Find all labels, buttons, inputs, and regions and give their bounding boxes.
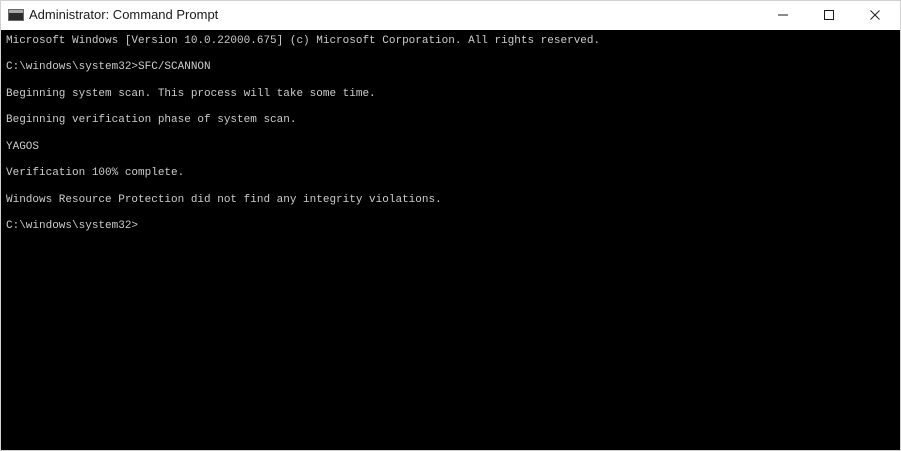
minimize-button[interactable] <box>760 1 806 30</box>
console-line: Beginning verification phase of system s… <box>6 114 297 126</box>
minimize-icon <box>778 14 788 16</box>
console-output[interactable]: Microsoft Windows [Version 10.0.22000.67… <box>1 30 900 450</box>
window-title: Administrator: Command Prompt <box>29 7 219 22</box>
close-button[interactable] <box>852 1 898 30</box>
console-line: Verification 100% complete. <box>6 167 185 179</box>
maximize-icon <box>824 10 834 20</box>
console-line: C:\windows\system32>SFC/SCANNON <box>6 61 211 73</box>
console-line: Windows Resource Protection did not find… <box>6 194 442 206</box>
maximize-button[interactable] <box>806 1 852 30</box>
console-line: YAGOS <box>6 141 40 153</box>
console-line: Beginning system scan. This process will… <box>6 88 376 100</box>
title-bar[interactable]: Administrator: Command Prompt <box>1 1 900 30</box>
command-prompt-window: Administrator: Command Prompt Microsoft … <box>0 0 901 451</box>
console-prompt-line[interactable]: C:\windows\system32> <box>6 220 138 233</box>
cmd-icon-bar <box>9 10 23 13</box>
cmd-icon[interactable] <box>8 9 24 21</box>
close-icon <box>870 10 880 20</box>
console-line: Microsoft Windows [Version 10.0.22000.67… <box>6 35 601 47</box>
